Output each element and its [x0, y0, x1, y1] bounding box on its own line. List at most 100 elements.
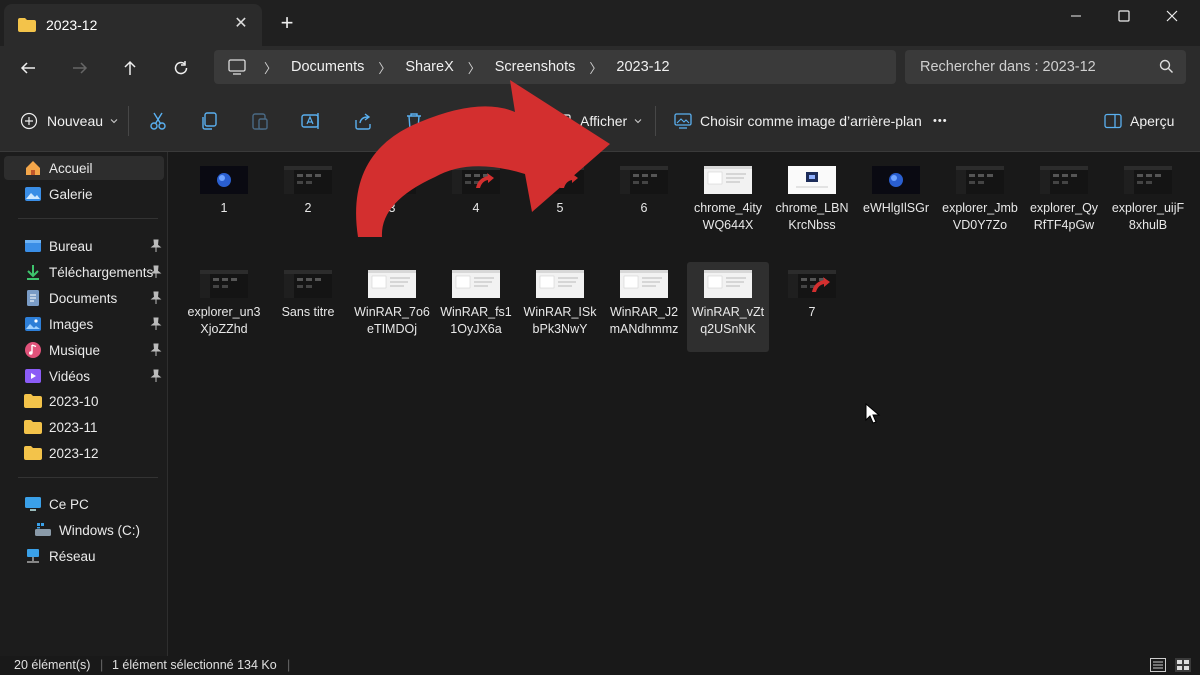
paste-button[interactable]	[249, 108, 271, 134]
sidebar-item-videos[interactable]: Vidéos	[4, 364, 164, 388]
sidebar-item-documents[interactable]: Documents	[4, 286, 164, 310]
rename-button[interactable]	[300, 108, 322, 134]
sidebar-item-bureau[interactable]: Bureau	[4, 234, 164, 258]
new-tab-button[interactable]: +	[276, 12, 298, 34]
file-thumbnail	[452, 166, 500, 194]
sidebar-item-ce-pc[interactable]: Ce PC	[4, 492, 164, 516]
sidebar-item-2023-10[interactable]: 2023-10	[4, 389, 164, 413]
file-item[interactable]: Sans titre	[267, 262, 349, 325]
preview-pane-icon	[1104, 113, 1122, 129]
copy-button[interactable]	[198, 108, 220, 134]
file-thumbnail	[620, 270, 668, 298]
refresh-button[interactable]	[167, 54, 195, 82]
share-button[interactable]	[352, 108, 374, 134]
chevron-right-icon: 〉	[467, 60, 481, 76]
search-icon	[1159, 59, 1173, 73]
file-thumbnail	[536, 166, 584, 194]
file-name: explorer_QyRfTF4pGw	[1029, 201, 1099, 232]
pin-icon[interactable]	[150, 291, 162, 305]
file-item[interactable]: 1	[183, 158, 265, 221]
file-item[interactable]: explorer_un3XjoZZhd	[183, 262, 265, 342]
sidebar-item-2023-12[interactable]: 2023-12	[4, 441, 164, 465]
file-item[interactable]: explorer_JmbVD0Y7Zo	[939, 158, 1021, 238]
view-label: Afficher	[580, 113, 628, 129]
sidebar-item-windows-c[interactable]: Windows (C:)	[4, 518, 164, 542]
breadcrumb-documents[interactable]: Documents	[291, 59, 364, 75]
status-divider: |	[100, 658, 104, 672]
breadcrumb-screenshots[interactable]: Screenshots	[495, 59, 576, 75]
back-button[interactable]	[14, 54, 42, 82]
pin-icon[interactable]	[150, 343, 162, 357]
preview-button[interactable]: Aperçu	[1104, 108, 1174, 134]
network-icon	[24, 547, 42, 565]
sidebar-item-reseau[interactable]: Réseau	[4, 544, 164, 568]
file-item[interactable]: WinRAR_ISkbPk3NwY	[519, 262, 601, 342]
file-item[interactable]: chrome_LBNKrcNbss	[771, 158, 853, 238]
navigation-pane: Accueil Galerie Bureau Téléchargements D…	[0, 152, 168, 656]
paste-icon	[252, 113, 268, 130]
sidebar-item-label: Galerie	[49, 186, 93, 202]
sidebar-item-images[interactable]: Images	[4, 312, 164, 336]
new-button[interactable]: Nouveau	[20, 108, 119, 134]
file-item[interactable]: WinRAR_fs11OyJX6a	[435, 262, 517, 342]
file-item[interactable]: eWHlgIlSGr	[855, 158, 937, 221]
file-item[interactable]: 6	[603, 158, 685, 221]
delete-button[interactable]	[403, 108, 425, 134]
file-thumbnail	[284, 166, 332, 194]
status-bar: 20 élément(s) | 1 élément sélectionné 13…	[0, 656, 1200, 675]
pin-icon[interactable]	[150, 239, 162, 253]
file-name: eWHlgIlSGr	[863, 201, 929, 215]
more-options-button[interactable]: •••	[933, 108, 948, 134]
details-view-icon[interactable]	[1150, 658, 1166, 672]
sidebar-item-label: 2023-10	[49, 393, 99, 409]
rename-icon	[301, 113, 319, 129]
navigation-bar: 〉 Documents 〉 ShareX 〉 Screenshots 〉 202…	[0, 46, 1200, 90]
tab-title: 2023-12	[46, 17, 98, 33]
close-tab-button[interactable]: ✕	[232, 15, 250, 33]
file-item[interactable]: 2	[267, 158, 349, 221]
view-button[interactable]: Afficher	[556, 108, 643, 134]
address-bar[interactable]: 〉 Documents 〉 ShareX 〉 Screenshots 〉 202…	[214, 50, 896, 84]
pictures-icon	[24, 315, 42, 333]
breadcrumb-sharex[interactable]: ShareX	[405, 59, 453, 75]
chevron-right-icon: 〉	[589, 60, 603, 76]
sidebar-item-telechargements[interactable]: Téléchargements	[4, 260, 164, 284]
maximize-button[interactable]	[1100, 0, 1148, 32]
search-input[interactable]: Rechercher dans : 2023-12	[905, 50, 1186, 84]
close-window-button[interactable]	[1148, 0, 1196, 32]
breadcrumb-2023-12[interactable]: 2023-12	[616, 59, 669, 75]
file-item[interactable]: 4	[435, 158, 517, 221]
file-thumbnail	[788, 270, 836, 298]
file-thumbnail	[368, 166, 416, 194]
tab-2023-12[interactable]: 2023-12 ✕	[4, 4, 262, 46]
forward-button[interactable]	[66, 54, 94, 82]
set-wallpaper-button[interactable]: Choisir comme image d’arrière-plan	[674, 108, 922, 134]
cut-button[interactable]	[147, 108, 169, 134]
sidebar-item-galerie[interactable]: Galerie	[4, 182, 164, 206]
file-item[interactable]: WinRAR_7o6eTIMDOj	[351, 262, 433, 342]
pin-icon[interactable]	[150, 369, 162, 383]
minimize-button[interactable]	[1052, 0, 1100, 32]
sidebar-item-accueil[interactable]: Accueil	[4, 156, 164, 180]
file-item[interactable]: 5	[519, 158, 601, 221]
file-item[interactable]: chrome_4ityWQ644X	[687, 158, 769, 238]
file-item[interactable]: WinRAR_vZtq2USnNK	[687, 262, 769, 352]
up-button[interactable]	[116, 54, 144, 82]
file-name: explorer_un3XjoZZhd	[187, 305, 261, 336]
sidebar-item-musique[interactable]: Musique	[4, 338, 164, 362]
pin-icon[interactable]	[150, 317, 162, 331]
pin-icon[interactable]	[150, 265, 162, 279]
large-icons-view-icon[interactable]	[1175, 658, 1191, 672]
refresh-icon	[174, 61, 188, 75]
sidebar-item-2023-11[interactable]: 2023-11	[4, 415, 164, 439]
file-item[interactable]: 3	[351, 158, 433, 221]
file-item[interactable]: explorer_QyRfTF4pGw	[1023, 158, 1105, 238]
file-item[interactable]: 7	[771, 262, 853, 325]
copy-icon	[202, 112, 217, 130]
file-item[interactable]: WinRAR_J2mANdhmmz	[603, 262, 685, 342]
file-name: 3	[388, 201, 396, 215]
toolbar-divider	[655, 106, 656, 136]
file-item[interactable]: explorer_uijF8xhulB	[1107, 158, 1189, 238]
maximize-icon	[1118, 10, 1130, 22]
file-thumbnail	[452, 270, 500, 298]
